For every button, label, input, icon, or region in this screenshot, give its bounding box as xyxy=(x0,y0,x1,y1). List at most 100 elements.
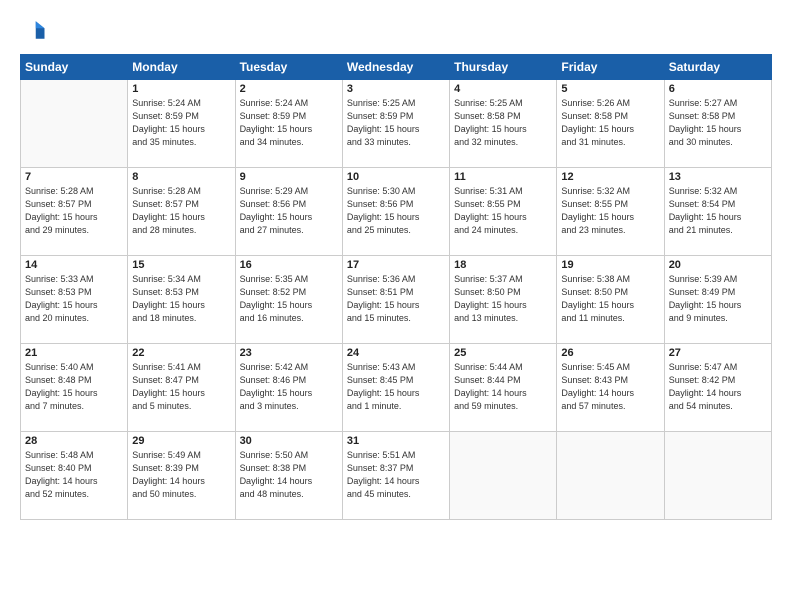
day-info: Sunrise: 5:32 AM Sunset: 8:54 PM Dayligh… xyxy=(669,185,767,237)
calendar-cell: 12 Sunrise: 5:32 AM Sunset: 8:55 PM Dayli… xyxy=(557,168,664,256)
day-info: Sunrise: 5:37 AM Sunset: 8:50 PM Dayligh… xyxy=(454,273,552,325)
day-info: Sunrise: 5:35 AM Sunset: 8:52 PM Dayligh… xyxy=(240,273,338,325)
day-number: 24 xyxy=(347,347,445,359)
day-info: Sunrise: 5:28 AM Sunset: 8:57 PM Dayligh… xyxy=(132,185,230,237)
calendar-cell: 6Sunrise: 5:27 AM Sunset: 8:58 PM Daylig… xyxy=(664,80,771,168)
calendar-cell: 10Sunrise: 5:30 AM Sunset: 8:56 PM Dayli… xyxy=(342,168,449,256)
calendar-cell: 31Sunrise: 5:51 AM Sunset: 8:37 PM Dayli… xyxy=(342,432,449,520)
logo-icon xyxy=(20,16,48,44)
weekday-header: Thursday xyxy=(450,55,557,80)
day-info: Sunrise: 5:31 AM Sunset: 8:55 PM Dayligh… xyxy=(454,185,552,237)
day-number: 31 xyxy=(347,435,445,447)
calendar-cell: 19Sunrise: 5:38 AM Sunset: 8:50 PM Dayli… xyxy=(557,256,664,344)
day-number: 28 xyxy=(25,435,123,447)
calendar-week-row: 7 Sunrise: 5:28 AM Sunset: 8:57 PM Daylig… xyxy=(21,168,772,256)
calendar-cell: 13 Sunrise: 5:32 AM Sunset: 8:54 PM Dayli… xyxy=(664,168,771,256)
calendar-cell: 7 Sunrise: 5:28 AM Sunset: 8:57 PM Daylig… xyxy=(21,168,128,256)
day-number: 2 xyxy=(240,83,338,95)
calendar-cell: 11 Sunrise: 5:31 AM Sunset: 8:55 PM Dayli… xyxy=(450,168,557,256)
calendar-cell xyxy=(21,80,128,168)
day-info: Sunrise: 5:36 AM Sunset: 8:51 PM Dayligh… xyxy=(347,273,445,325)
day-number: 12 xyxy=(561,171,659,183)
calendar-cell: 16Sunrise: 5:35 AM Sunset: 8:52 PM Dayli… xyxy=(235,256,342,344)
day-number: 30 xyxy=(240,435,338,447)
day-info: Sunrise: 5:38 AM Sunset: 8:50 PM Dayligh… xyxy=(561,273,659,325)
day-info: Sunrise: 5:32 AM Sunset: 8:55 PM Dayligh… xyxy=(561,185,659,237)
calendar-cell: 26 Sunrise: 5:45 AM Sunset: 8:43 PM Dayli… xyxy=(557,344,664,432)
calendar-cell: 20 Sunrise: 5:39 AM Sunset: 8:49 PM Dayli… xyxy=(664,256,771,344)
day-number: 27 xyxy=(669,347,767,359)
day-info: Sunrise: 5:43 AM Sunset: 8:45 PM Dayligh… xyxy=(347,361,445,413)
calendar-cell: 2 Sunrise: 5:24 AM Sunset: 8:59 PM Daylig… xyxy=(235,80,342,168)
day-info: Sunrise: 5:50 AM Sunset: 8:38 PM Dayligh… xyxy=(240,449,338,501)
day-info: Sunrise: 5:40 AM Sunset: 8:48 PM Dayligh… xyxy=(25,361,123,413)
calendar-cell xyxy=(664,432,771,520)
day-info: Sunrise: 5:42 AM Sunset: 8:46 PM Dayligh… xyxy=(240,361,338,413)
weekday-header: Sunday xyxy=(21,55,128,80)
day-number: 26 xyxy=(561,347,659,359)
day-info: Sunrise: 5:48 AM Sunset: 8:40 PM Dayligh… xyxy=(25,449,123,501)
day-info: Sunrise: 5:26 AM Sunset: 8:58 PM Dayligh… xyxy=(561,97,659,149)
calendar-cell: 14 Sunrise: 5:33 AM Sunset: 8:53 PM Dayli… xyxy=(21,256,128,344)
day-number: 7 xyxy=(25,171,123,183)
day-number: 11 xyxy=(454,171,552,183)
calendar-cell: 17Sunrise: 5:36 AM Sunset: 8:51 PM Dayli… xyxy=(342,256,449,344)
calendar-cell: 24 Sunrise: 5:43 AM Sunset: 8:45 PM Dayli… xyxy=(342,344,449,432)
calendar-cell: 15 Sunrise: 5:34 AM Sunset: 8:53 PM Dayli… xyxy=(128,256,235,344)
calendar-cell: 22 Sunrise: 5:41 AM Sunset: 8:47 PM Dayli… xyxy=(128,344,235,432)
calendar-week-row: 28 Sunrise: 5:48 AM Sunset: 8:40 PM Dayli… xyxy=(21,432,772,520)
calendar-cell: 27 Sunrise: 5:47 AM Sunset: 8:42 PM Dayli… xyxy=(664,344,771,432)
day-info: Sunrise: 5:24 AM Sunset: 8:59 PM Dayligh… xyxy=(132,97,230,149)
logo xyxy=(20,16,52,44)
weekday-header: Saturday xyxy=(664,55,771,80)
calendar-cell: 28 Sunrise: 5:48 AM Sunset: 8:40 PM Dayli… xyxy=(21,432,128,520)
day-info: Sunrise: 5:25 AM Sunset: 8:58 PM Dayligh… xyxy=(454,97,552,149)
calendar-table: SundayMondayTuesdayWednesdayThursdayFrid… xyxy=(20,54,772,520)
calendar-cell: 5Sunrise: 5:26 AM Sunset: 8:58 PM Daylig… xyxy=(557,80,664,168)
day-info: Sunrise: 5:47 AM Sunset: 8:42 PM Dayligh… xyxy=(669,361,767,413)
day-number: 22 xyxy=(132,347,230,359)
day-info: Sunrise: 5:24 AM Sunset: 8:59 PM Dayligh… xyxy=(240,97,338,149)
day-number: 20 xyxy=(669,259,767,271)
calendar-page: SundayMondayTuesdayWednesdayThursdayFrid… xyxy=(0,0,792,612)
calendar-week-row: 21 Sunrise: 5:40 AM Sunset: 8:48 PM Dayli… xyxy=(21,344,772,432)
day-info: Sunrise: 5:33 AM Sunset: 8:53 PM Dayligh… xyxy=(25,273,123,325)
calendar-cell: 23 Sunrise: 5:42 AM Sunset: 8:46 PM Dayli… xyxy=(235,344,342,432)
calendar-cell: 1 Sunrise: 5:24 AM Sunset: 8:59 PM Daylig… xyxy=(128,80,235,168)
calendar-cell: 30 Sunrise: 5:50 AM Sunset: 8:38 PM Dayli… xyxy=(235,432,342,520)
day-info: Sunrise: 5:28 AM Sunset: 8:57 PM Dayligh… xyxy=(25,185,123,237)
day-number: 1 xyxy=(132,83,230,95)
calendar-cell xyxy=(557,432,664,520)
day-number: 21 xyxy=(25,347,123,359)
weekday-header-row: SundayMondayTuesdayWednesdayThursdayFrid… xyxy=(21,55,772,80)
day-info: Sunrise: 5:44 AM Sunset: 8:44 PM Dayligh… xyxy=(454,361,552,413)
day-number: 9 xyxy=(240,171,338,183)
day-info: Sunrise: 5:41 AM Sunset: 8:47 PM Dayligh… xyxy=(132,361,230,413)
day-number: 25 xyxy=(454,347,552,359)
calendar-cell: 21 Sunrise: 5:40 AM Sunset: 8:48 PM Dayli… xyxy=(21,344,128,432)
calendar-cell: 3Sunrise: 5:25 AM Sunset: 8:59 PM Daylig… xyxy=(342,80,449,168)
day-number: 18 xyxy=(454,259,552,271)
calendar-cell: 29Sunrise: 5:49 AM Sunset: 8:39 PM Dayli… xyxy=(128,432,235,520)
day-number: 23 xyxy=(240,347,338,359)
day-number: 15 xyxy=(132,259,230,271)
weekday-header: Friday xyxy=(557,55,664,80)
day-info: Sunrise: 5:39 AM Sunset: 8:49 PM Dayligh… xyxy=(669,273,767,325)
day-number: 3 xyxy=(347,83,445,95)
calendar-week-row: 14 Sunrise: 5:33 AM Sunset: 8:53 PM Dayli… xyxy=(21,256,772,344)
day-info: Sunrise: 5:49 AM Sunset: 8:39 PM Dayligh… xyxy=(132,449,230,501)
day-number: 8 xyxy=(132,171,230,183)
calendar-cell: 9Sunrise: 5:29 AM Sunset: 8:56 PM Daylig… xyxy=(235,168,342,256)
weekday-header: Tuesday xyxy=(235,55,342,80)
weekday-header: Monday xyxy=(128,55,235,80)
day-number: 13 xyxy=(669,171,767,183)
calendar-cell: 4 Sunrise: 5:25 AM Sunset: 8:58 PM Daylig… xyxy=(450,80,557,168)
calendar-cell: 8 Sunrise: 5:28 AM Sunset: 8:57 PM Daylig… xyxy=(128,168,235,256)
weekday-header: Wednesday xyxy=(342,55,449,80)
day-info: Sunrise: 5:45 AM Sunset: 8:43 PM Dayligh… xyxy=(561,361,659,413)
day-number: 4 xyxy=(454,83,552,95)
day-info: Sunrise: 5:30 AM Sunset: 8:56 PM Dayligh… xyxy=(347,185,445,237)
day-info: Sunrise: 5:34 AM Sunset: 8:53 PM Dayligh… xyxy=(132,273,230,325)
day-info: Sunrise: 5:27 AM Sunset: 8:58 PM Dayligh… xyxy=(669,97,767,149)
day-number: 14 xyxy=(25,259,123,271)
